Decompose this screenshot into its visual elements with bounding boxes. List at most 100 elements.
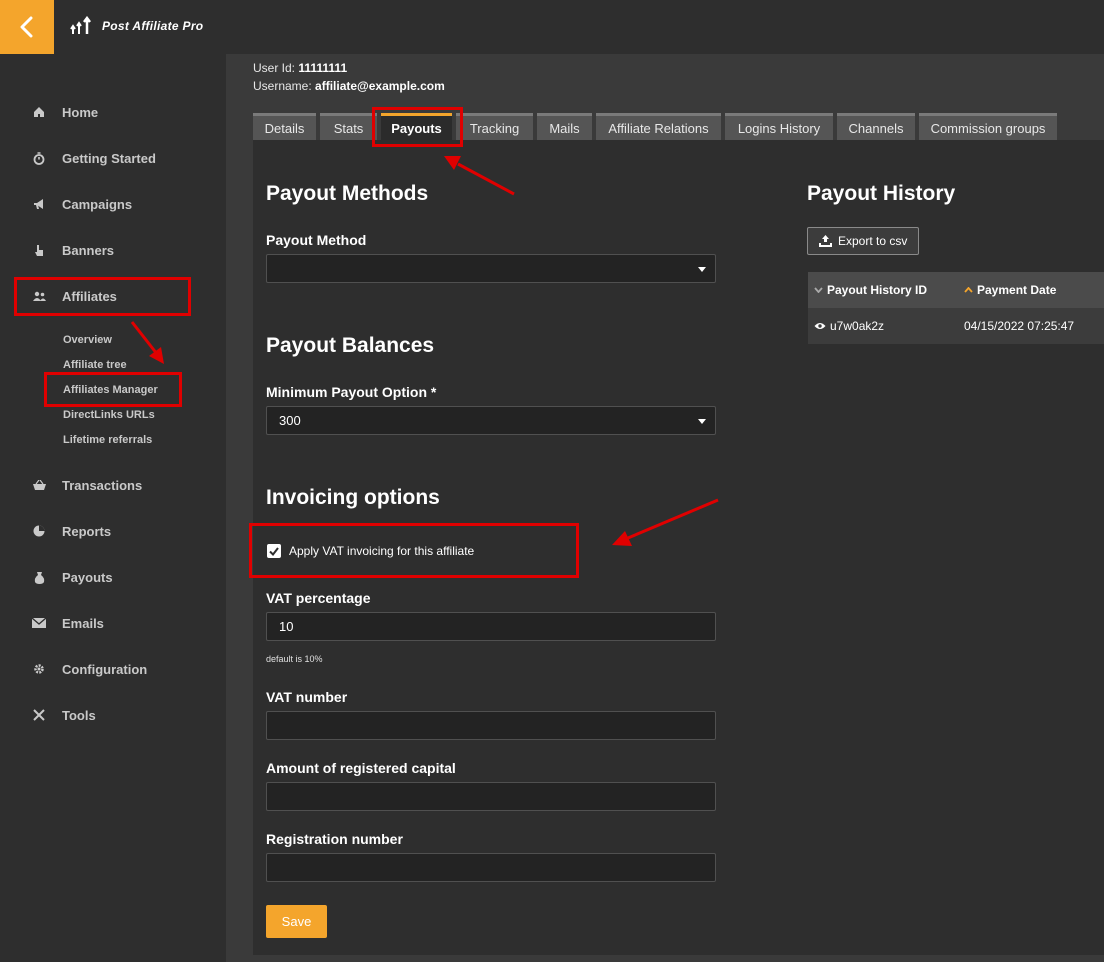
tab-affiliate-relations[interactable]: Affiliate Relations: [596, 113, 721, 140]
payout-balances-heading: Payout Balances: [266, 334, 435, 357]
vat-percentage-value: 10: [279, 619, 294, 634]
minimum-payout-label-text: Minimum Payout Option: [266, 384, 427, 400]
registration-number-label: Registration number: [266, 831, 403, 847]
sidebar-item-banners[interactable]: Banners: [0, 235, 226, 265]
vat-invoicing-checkbox-row[interactable]: Apply VAT invoicing for this affiliate: [267, 544, 474, 558]
top-bar: Post Affiliate Pro: [0, 0, 1104, 54]
minimum-payout-value: 300: [279, 413, 301, 428]
caret-down-icon: [698, 267, 706, 272]
vat-number-label: VAT number: [266, 689, 348, 705]
stopwatch-icon: [32, 151, 46, 165]
column-header-label: Payment Date: [977, 283, 1057, 297]
payouts-panel: Payout Methods Payout Method Payout Bala…: [253, 140, 1104, 955]
tab-stats[interactable]: Stats: [320, 113, 377, 140]
export-csv-label: Export to csv: [838, 234, 908, 248]
logo-arrows-icon: [70, 16, 91, 34]
sort-up-icon: [964, 287, 973, 293]
tab-tracking[interactable]: Tracking: [456, 113, 533, 140]
sidebar-subitem-affiliates-manager[interactable]: Affiliates Manager: [63, 384, 158, 396]
sidebar-item-label: Home: [62, 104, 99, 120]
sidebar-subitem-lifetime-referrals[interactable]: Lifetime referrals: [63, 434, 152, 446]
sidebar-item-home[interactable]: Home: [0, 97, 226, 127]
sidebar-item-tools[interactable]: Tools: [0, 700, 226, 730]
vat-number-input[interactable]: [266, 711, 716, 740]
minimum-payout-select[interactable]: 300: [266, 406, 716, 435]
table-header: Payout History ID Payment Date: [808, 272, 1104, 308]
app-root: Post Affiliate Pro Home Getting Started …: [0, 0, 1104, 962]
tab-mails[interactable]: Mails: [537, 113, 592, 140]
save-button[interactable]: Save: [266, 905, 327, 938]
user-id-line: User Id: 11111111: [253, 61, 347, 75]
users-icon: [32, 289, 46, 303]
payment-date-value: 04/15/2022 07:25:47: [964, 319, 1075, 333]
vat-percentage-hint: default is 10%: [266, 654, 323, 664]
app-title: Post Affiliate Pro: [102, 19, 204, 33]
sidebar-item-payouts[interactable]: Payouts: [0, 562, 226, 592]
sidebar-item-label: Emails: [62, 615, 104, 631]
sidebar-item-transactions[interactable]: Transactions: [0, 470, 226, 500]
sidebar: Home Getting Started Campaigns Banners A…: [0, 54, 226, 962]
payout-methods-heading: Payout Methods: [266, 182, 429, 205]
required-mark: *: [430, 384, 437, 400]
megaphone-icon: [32, 197, 46, 211]
sidebar-item-configuration[interactable]: Configuration: [0, 654, 226, 684]
payout-history-heading: Payout History: [807, 182, 956, 205]
registered-capital-input[interactable]: [266, 782, 716, 811]
home-icon: [32, 105, 46, 119]
basket-icon: [32, 478, 46, 492]
sidebar-subitem-directlinks-urls[interactable]: DirectLinks URLs: [63, 409, 155, 421]
tab-details[interactable]: Details: [253, 113, 316, 140]
eye-icon[interactable]: [814, 322, 826, 330]
sidebar-item-label: Banners: [62, 242, 115, 258]
table-row[interactable]: u7w0ak2z 04/15/2022 07:25:47: [808, 308, 1104, 344]
sidebar-item-emails[interactable]: Emails: [0, 608, 226, 638]
pie-chart-icon: [32, 524, 46, 538]
payout-method-label: Payout Method: [266, 232, 367, 248]
export-csv-button[interactable]: Export to csv: [807, 227, 920, 255]
tab-channels[interactable]: Channels: [837, 113, 915, 140]
sidebar-item-label: Reports: [62, 523, 112, 539]
sidebar-item-affiliates[interactable]: Affiliates: [0, 281, 226, 311]
sidebar-item-label: Transactions: [62, 477, 143, 493]
vat-invoicing-checkbox[interactable]: [267, 544, 281, 558]
chevron-left-icon: [20, 16, 33, 38]
tools-icon: [32, 708, 46, 722]
column-header-label: Payout History ID: [827, 283, 928, 297]
tab-commission-groups[interactable]: Commission groups: [919, 113, 1057, 140]
minimum-payout-label: Minimum Payout Option *: [266, 384, 436, 400]
payment-date-cell: 04/15/2022 07:25:47: [964, 319, 1074, 333]
sidebar-item-campaigns[interactable]: Campaigns: [0, 189, 226, 219]
vat-invoicing-label: Apply VAT invoicing for this affiliate: [289, 544, 475, 558]
tab-payouts[interactable]: Payouts: [381, 113, 452, 140]
payout-history-id-cell: u7w0ak2z: [814, 319, 884, 333]
username-value: affiliate@example.com: [315, 79, 445, 93]
tab-logins-history[interactable]: Logins History: [725, 113, 833, 140]
sidebar-item-getting-started[interactable]: Getting Started: [0, 143, 226, 173]
sidebar-item-label: Tools: [62, 707, 96, 723]
main-content: User Id: 11111111 Username: affiliate@ex…: [226, 54, 1104, 962]
logo: Post Affiliate Pro: [70, 16, 203, 36]
registration-number-input[interactable]: [266, 853, 716, 882]
vat-percentage-label: VAT percentage: [266, 590, 371, 606]
envelope-icon: [32, 616, 46, 630]
user-id-value: 11111111: [298, 61, 348, 75]
column-header-payment-date[interactable]: Payment Date: [964, 283, 1056, 297]
payout-method-select[interactable]: [266, 254, 716, 283]
back-button[interactable]: [0, 0, 54, 54]
upload-tray-icon: [819, 235, 832, 247]
username-label: Username:: [253, 79, 312, 93]
money-bag-icon: [32, 570, 46, 584]
sidebar-subitem-affiliate-tree[interactable]: Affiliate tree: [63, 359, 127, 371]
sidebar-item-label: Affiliates: [62, 288, 117, 304]
sidebar-item-label: Campaigns: [62, 196, 133, 212]
sidebar-item-reports[interactable]: Reports: [0, 516, 226, 546]
vat-percentage-input[interactable]: 10: [266, 612, 716, 641]
user-id-label: User Id:: [253, 61, 296, 75]
column-header-payout-history-id[interactable]: Payout History ID: [814, 283, 927, 297]
username-line: Username: affiliate@example.com: [253, 79, 445, 93]
invoicing-options-heading: Invoicing options: [266, 486, 440, 509]
sidebar-item-label: Configuration: [62, 661, 148, 677]
sidebar-subitem-overview[interactable]: Overview: [63, 334, 112, 346]
pointer-hand-icon: [32, 243, 46, 257]
sort-down-icon: [814, 287, 823, 293]
